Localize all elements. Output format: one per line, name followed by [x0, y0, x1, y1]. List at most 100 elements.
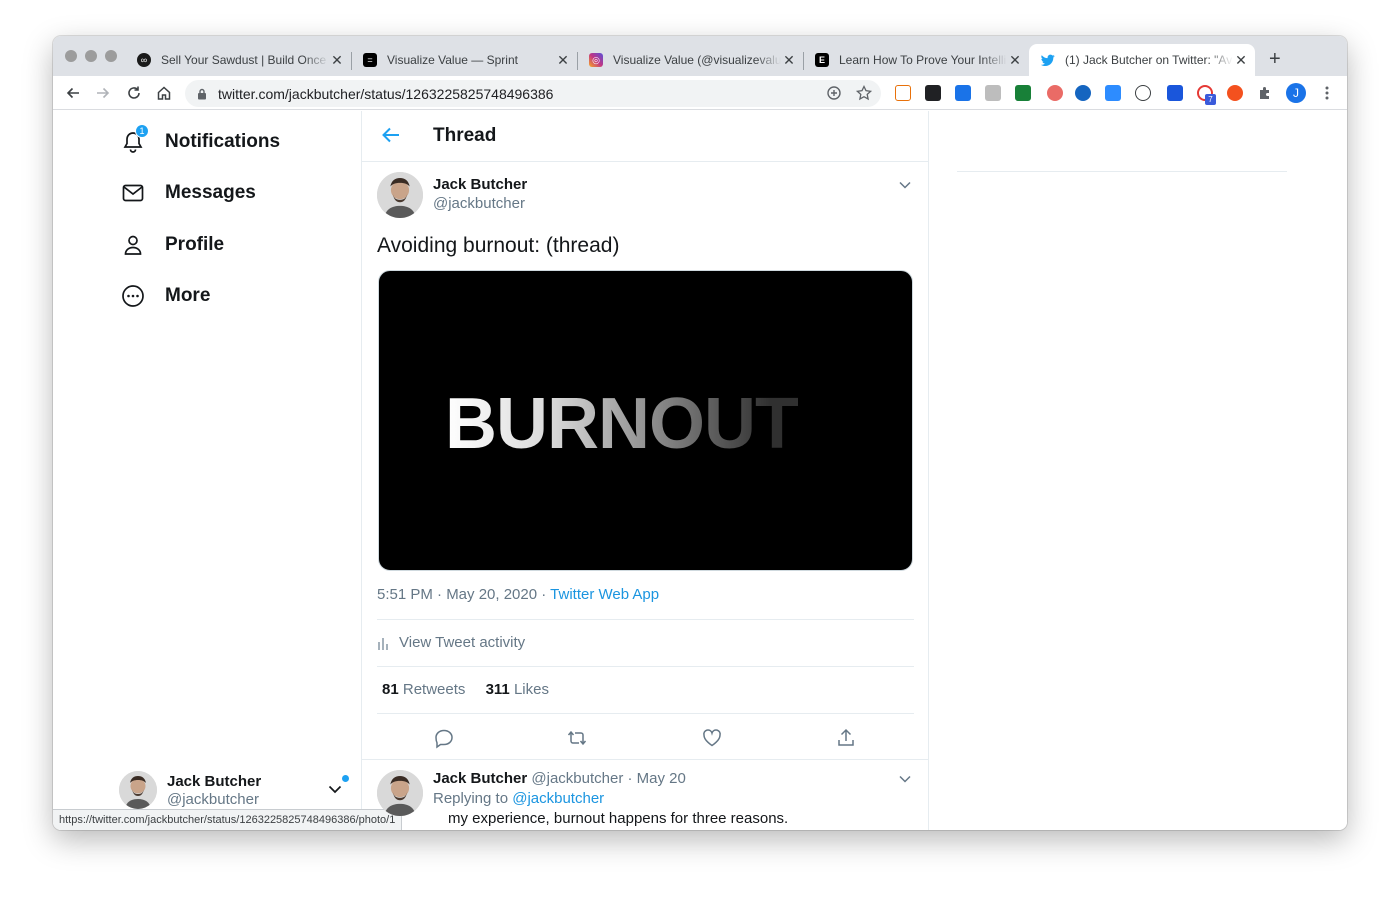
- avatar[interactable]: [377, 172, 423, 218]
- add-icon[interactable]: [825, 84, 843, 102]
- bookmark-star-icon[interactable]: [855, 84, 873, 102]
- close-tab-icon[interactable]: ✕: [329, 52, 345, 68]
- reply-author-handle[interactable]: @jackbutcher: [531, 770, 623, 787]
- profile-avatar-button[interactable]: J: [1286, 83, 1306, 103]
- tweet-author-name[interactable]: Jack Butcher: [433, 176, 527, 193]
- new-tab-button[interactable]: +: [1269, 49, 1281, 69]
- reply-icon[interactable]: [433, 727, 455, 749]
- replying-prefix: Replying to: [433, 790, 509, 807]
- reply-author-name[interactable]: Jack Butcher: [433, 770, 527, 787]
- sidebar-item-label: Messages: [165, 182, 256, 203]
- link-status-bar: https://twitter.com/jackbutcher/status/1…: [53, 809, 403, 830]
- zoom-window-button[interactable]: [105, 50, 117, 62]
- sidebar-item-profile[interactable]: Profile: [121, 230, 224, 260]
- extension-dots-icon[interactable]: [925, 85, 941, 101]
- sidebar-item-label: Notifications: [165, 131, 281, 152]
- sidebar-item-messages[interactable]: Messages: [121, 178, 256, 208]
- divider: [377, 713, 914, 714]
- twitter-page: 1 Notifications Messages Profile More Ja…: [53, 111, 1347, 830]
- tweet-media-image[interactable]: BURNOUT: [378, 270, 913, 571]
- minimize-window-button[interactable]: [85, 50, 97, 62]
- reload-icon: [128, 86, 140, 99]
- tweet-timestamp[interactable]: 5:51 PM · May 20, 2020: [377, 586, 537, 603]
- menu-kebab-icon[interactable]: [1319, 84, 1335, 102]
- browser-tab[interactable]: ◎ Visualize Value (@visualizevalu ✕: [577, 44, 804, 76]
- heart-icon[interactable]: [701, 727, 723, 749]
- close-tab-icon[interactable]: ✕: [1007, 52, 1023, 68]
- extension-i-icon[interactable]: [1167, 85, 1183, 101]
- visualize-value-favicon-icon: =: [363, 53, 377, 67]
- browser-toolbar: twitter.com/jackbutcher/status/126322582…: [53, 76, 1347, 110]
- tweet-source-link[interactable]: Twitter Web App: [550, 586, 659, 603]
- share-icon[interactable]: [835, 727, 857, 749]
- retweets-stat[interactable]: 81 Retweets: [382, 681, 465, 698]
- replying-to-link[interactable]: @jackbutcher: [512, 790, 604, 807]
- close-tab-icon[interactable]: ✕: [781, 52, 797, 68]
- extension-target-icon[interactable]: 7: [1197, 85, 1216, 105]
- tab-strip: ∞ Sell Your Sawdust | Build Once ✕ = Vis…: [53, 36, 1347, 76]
- tweet-text: Avoiding burnout: (thread): [377, 234, 620, 257]
- tab-title: (1) Jack Butcher on Twitter: "Av: [1065, 53, 1233, 67]
- back-arrow-icon[interactable]: [381, 125, 401, 150]
- meta-separator: ·: [537, 586, 551, 603]
- browser-tab[interactable]: E Learn How To Prove Your Intelli ✕: [803, 44, 1029, 76]
- arrow-left-icon: [66, 87, 79, 99]
- account-name: Jack Butcher: [167, 773, 262, 790]
- likes-stat[interactable]: 311 Likes: [486, 681, 549, 698]
- sidebar-item-more[interactable]: More: [121, 281, 210, 311]
- home-button[interactable]: [153, 82, 175, 104]
- browser-window: ∞ Sell Your Sawdust | Build Once ✕ = Vis…: [53, 36, 1347, 830]
- sidebar-item-label: More: [165, 285, 211, 306]
- chevron-down-icon[interactable]: [898, 772, 912, 791]
- url-text[interactable]: twitter.com/jackbutcher/status/126322582…: [218, 86, 553, 102]
- close-tab-icon[interactable]: ✕: [555, 52, 571, 68]
- divider: [957, 171, 1287, 172]
- lock-icon: [198, 88, 206, 100]
- view-tweet-activity-link[interactable]: View Tweet activity: [377, 634, 525, 651]
- browser-tab[interactable]: ∞ Sell Your Sawdust | Build Once ✕: [125, 44, 352, 76]
- right-column: [929, 111, 1347, 830]
- forward-button[interactable]: [92, 82, 114, 104]
- home-icon: [157, 86, 171, 100]
- notification-badge: 1: [135, 124, 149, 138]
- person-icon: [121, 233, 145, 257]
- tweet-author-handle[interactable]: @jackbutcher: [433, 195, 525, 212]
- puzzle-icon[interactable]: [1257, 85, 1273, 101]
- chevron-down-icon: [327, 781, 343, 802]
- reply-date[interactable]: · May 20: [628, 770, 686, 787]
- reply-tweet[interactable]: Jack Butcher @jackbutcher · May 20 Reply…: [362, 759, 928, 830]
- avatar: [119, 771, 157, 809]
- retweet-icon[interactable]: [566, 727, 588, 749]
- browser-tab[interactable]: = Visualize Value — Sprint ✕: [351, 44, 578, 76]
- extension-w-icon[interactable]: [985, 85, 1001, 101]
- bar-chart-icon: [378, 637, 388, 650]
- extension-record-icon[interactable]: [1047, 85, 1063, 101]
- media-headline: BURNOUT: [445, 384, 799, 464]
- main-column: Thread Jack Butcher @jackbutcher Avoidin…: [362, 111, 929, 830]
- back-button[interactable]: [62, 82, 84, 104]
- extension-zoom-icon[interactable]: [1105, 85, 1121, 101]
- tab-title: Sell Your Sawdust | Build Once: [161, 53, 327, 67]
- browser-tab-active[interactable]: (1) Jack Butcher on Twitter: "Av ✕: [1029, 44, 1255, 76]
- unread-dot: [342, 775, 349, 782]
- extension-plus-icon[interactable]: [1227, 85, 1243, 101]
- address-bar[interactable]: twitter.com/jackbutcher/status/126322582…: [185, 80, 881, 107]
- extension-calendar-icon[interactable]: [955, 85, 971, 101]
- reply-header: Jack Butcher @jackbutcher · May 20: [433, 770, 686, 787]
- bell-icon: 1: [121, 124, 149, 154]
- tab-title: Visualize Value (@visualizevalu: [613, 53, 781, 67]
- reload-button[interactable]: [123, 82, 145, 104]
- avatar[interactable]: [377, 770, 423, 816]
- chevron-down-icon[interactable]: [898, 178, 912, 197]
- extension-grid-icon[interactable]: [895, 85, 911, 101]
- account-handle: @jackbutcher: [167, 791, 259, 808]
- extension-badge: 7: [1205, 94, 1216, 105]
- arrow-right-icon: [97, 87, 110, 99]
- left-sidebar: 1 Notifications Messages Profile More Ja…: [53, 111, 403, 830]
- close-window-button[interactable]: [65, 50, 77, 62]
- sidebar-item-notifications[interactable]: 1 Notifications: [121, 124, 281, 157]
- extension-arrows-icon[interactable]: [1135, 85, 1151, 101]
- close-tab-icon[interactable]: ✕: [1233, 52, 1249, 68]
- extension-clock-icon[interactable]: [1015, 85, 1031, 101]
- extension-globe-icon[interactable]: [1075, 85, 1091, 101]
